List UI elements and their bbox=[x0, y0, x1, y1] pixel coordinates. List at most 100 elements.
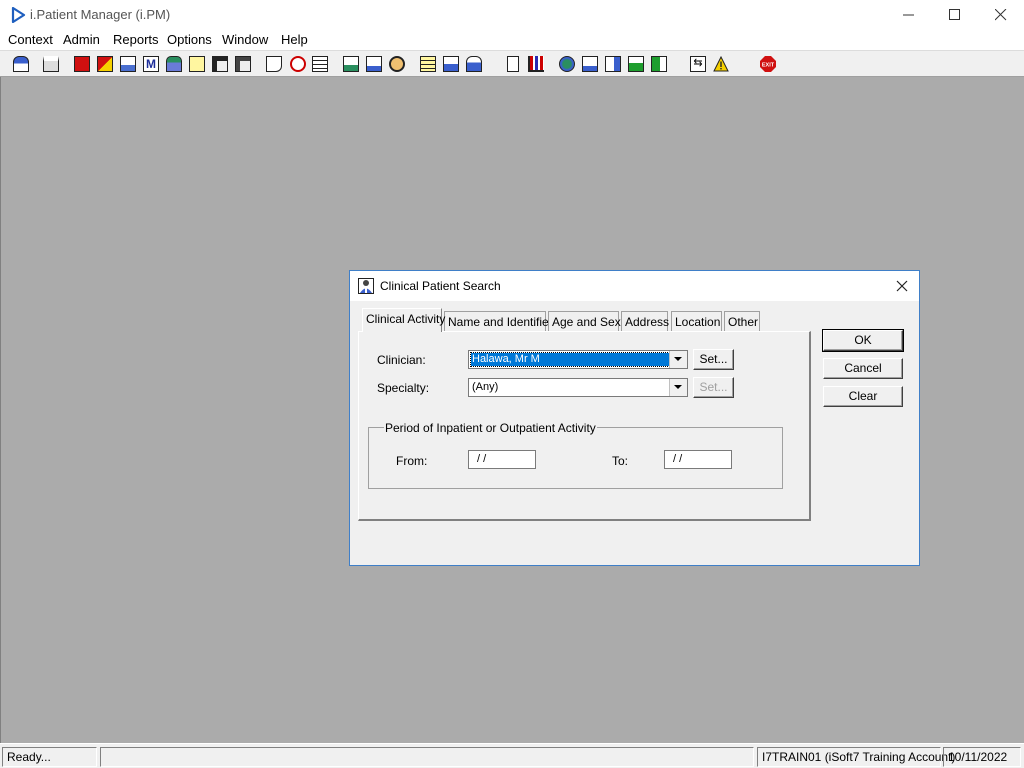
toolbar-button-globe[interactable] bbox=[557, 54, 577, 74]
notepad-icon bbox=[189, 56, 205, 72]
app-play-icon bbox=[11, 7, 26, 23]
toolbar-button-chart[interactable] bbox=[526, 54, 546, 74]
toolbar: M ⇆ EXIT bbox=[0, 50, 1024, 77]
image-icon bbox=[343, 56, 359, 72]
transfer-icon bbox=[466, 56, 482, 72]
window-title: i.Patient Manager (i.PM) bbox=[30, 7, 171, 22]
toolbar-button-print[interactable] bbox=[41, 54, 61, 74]
m-icon: M bbox=[143, 56, 159, 72]
menu-admin[interactable]: Admin bbox=[63, 32, 100, 47]
clear-button[interactable]: Clear bbox=[823, 386, 903, 407]
specialty-set-button: Set... bbox=[693, 377, 734, 398]
flag2-icon bbox=[235, 56, 251, 72]
menu-help[interactable]: Help bbox=[281, 32, 308, 47]
menu-bar: Context Admin Reports Options Window Hel… bbox=[0, 30, 1024, 50]
tab-address[interactable]: Address bbox=[621, 311, 669, 331]
clinician-icon bbox=[358, 278, 374, 294]
status-message: Ready... bbox=[2, 747, 97, 767]
menu-window[interactable]: Window bbox=[222, 32, 268, 47]
warning-icon bbox=[713, 56, 729, 72]
toolbar-button-arrow-right[interactable] bbox=[649, 54, 669, 74]
toolbar-button-search-doc[interactable] bbox=[264, 54, 284, 74]
chevron-down-icon[interactable] bbox=[669, 351, 687, 368]
toolbar-button-edit-book[interactable] bbox=[95, 54, 115, 74]
globe-icon bbox=[559, 56, 575, 72]
tab-clinical-activity[interactable]: Clinical Activity bbox=[362, 308, 445, 332]
status-bar: Ready... I7TRAIN01 (iSoft7 Training Acco… bbox=[0, 743, 1024, 768]
toolbar-button-transfer[interactable] bbox=[464, 54, 484, 74]
notes-icon bbox=[420, 56, 436, 72]
to-label: To: bbox=[612, 454, 629, 468]
toolbar-button-dial[interactable] bbox=[387, 54, 407, 74]
toolbar-button-warning[interactable] bbox=[711, 54, 731, 74]
toolbar-button-book[interactable] bbox=[72, 54, 92, 74]
toolbar-button-flag2[interactable] bbox=[233, 54, 253, 74]
edit-book-icon bbox=[97, 56, 113, 72]
arrow-down-icon bbox=[628, 56, 644, 72]
form-icon bbox=[366, 56, 382, 72]
toolbar-button-form[interactable] bbox=[364, 54, 384, 74]
toolbar-button-swap[interactable]: ⇆ bbox=[688, 54, 708, 74]
window-titlebar: i.Patient Manager (i.PM) bbox=[0, 0, 1024, 30]
status-account: I7TRAIN01 (iSoft7 Training Account) bbox=[757, 747, 955, 767]
toolbar-button-bed[interactable] bbox=[441, 54, 461, 74]
toolbar-button-clock[interactable] bbox=[288, 54, 308, 74]
chart-icon bbox=[528, 56, 544, 72]
dial-icon bbox=[389, 56, 405, 72]
clinician-value: Halawa, Mr M bbox=[470, 352, 670, 367]
menu-options[interactable]: Options bbox=[167, 32, 212, 47]
toolbar-button-list[interactable] bbox=[310, 54, 330, 74]
maximize-icon bbox=[949, 9, 960, 20]
flag-icon bbox=[212, 56, 228, 72]
toolbar-button-download[interactable] bbox=[603, 54, 623, 74]
toolbar-button-flag[interactable] bbox=[210, 54, 230, 74]
swap-icon: ⇆ bbox=[690, 56, 706, 72]
specialty-dropdown[interactable]: (Any) bbox=[468, 378, 688, 397]
toolbar-button-m[interactable]: M bbox=[141, 54, 161, 74]
patient-icon bbox=[13, 56, 29, 72]
cancel-button[interactable]: Cancel bbox=[823, 358, 903, 379]
dialog-titlebar: Clinical Patient Search bbox=[350, 271, 919, 301]
clock-icon bbox=[290, 56, 306, 72]
clinician-dropdown[interactable]: Halawa, Mr M bbox=[468, 350, 688, 369]
toolbar-button-exit[interactable]: EXIT bbox=[758, 54, 778, 74]
toolbar-button-person[interactable] bbox=[164, 54, 184, 74]
toolbar-button-arrow-down[interactable] bbox=[626, 54, 646, 74]
menu-context[interactable]: Context bbox=[8, 32, 53, 47]
toolbar-button-document[interactable] bbox=[503, 54, 523, 74]
svg-text:EXIT: EXIT bbox=[762, 63, 775, 69]
dialog-close-icon[interactable] bbox=[894, 278, 910, 294]
clinical-patient-search-dialog: Clinical Patient Search Clinical Activit… bbox=[349, 270, 920, 566]
tab-location[interactable]: Location bbox=[671, 311, 722, 331]
minimize-button[interactable] bbox=[886, 0, 932, 30]
tab-other[interactable]: Other bbox=[724, 311, 760, 331]
print-icon bbox=[43, 56, 59, 72]
toolbar-button-notepad[interactable] bbox=[187, 54, 207, 74]
menu-reports[interactable]: Reports bbox=[113, 32, 159, 47]
period-group-label: Period of Inpatient or Outpatient Activi… bbox=[384, 421, 597, 435]
close-button[interactable] bbox=[978, 0, 1024, 30]
person-icon bbox=[166, 56, 182, 72]
toolbar-button-view[interactable] bbox=[118, 54, 138, 74]
toolbar-button-notes[interactable] bbox=[418, 54, 438, 74]
close-icon bbox=[995, 9, 1007, 21]
tab-age-and-sex[interactable]: Age and Sex bbox=[548, 311, 621, 331]
chevron-down-icon[interactable] bbox=[669, 379, 687, 396]
toolbar-button-patient[interactable] bbox=[11, 54, 31, 74]
from-label: From: bbox=[396, 454, 428, 468]
arrow-right-icon bbox=[651, 56, 667, 72]
exit-icon: EXIT bbox=[760, 56, 776, 72]
toolbar-button-image[interactable] bbox=[341, 54, 361, 74]
toolbar-button-refer[interactable] bbox=[580, 54, 600, 74]
clinician-label: Clinician: bbox=[377, 353, 426, 367]
to-date-field[interactable]: / / bbox=[664, 450, 732, 469]
maximize-button[interactable] bbox=[932, 0, 978, 30]
ok-button[interactable]: OK bbox=[822, 329, 904, 352]
dialog-title: Clinical Patient Search bbox=[380, 279, 501, 293]
red-book-icon bbox=[74, 56, 90, 72]
clinician-set-button[interactable]: Set... bbox=[693, 349, 734, 370]
refer-icon bbox=[582, 56, 598, 72]
from-date-field[interactable]: / / bbox=[468, 450, 536, 469]
search-doc-icon bbox=[266, 56, 282, 72]
tab-name-and-identifier[interactable]: Name and Identifier bbox=[444, 311, 553, 331]
